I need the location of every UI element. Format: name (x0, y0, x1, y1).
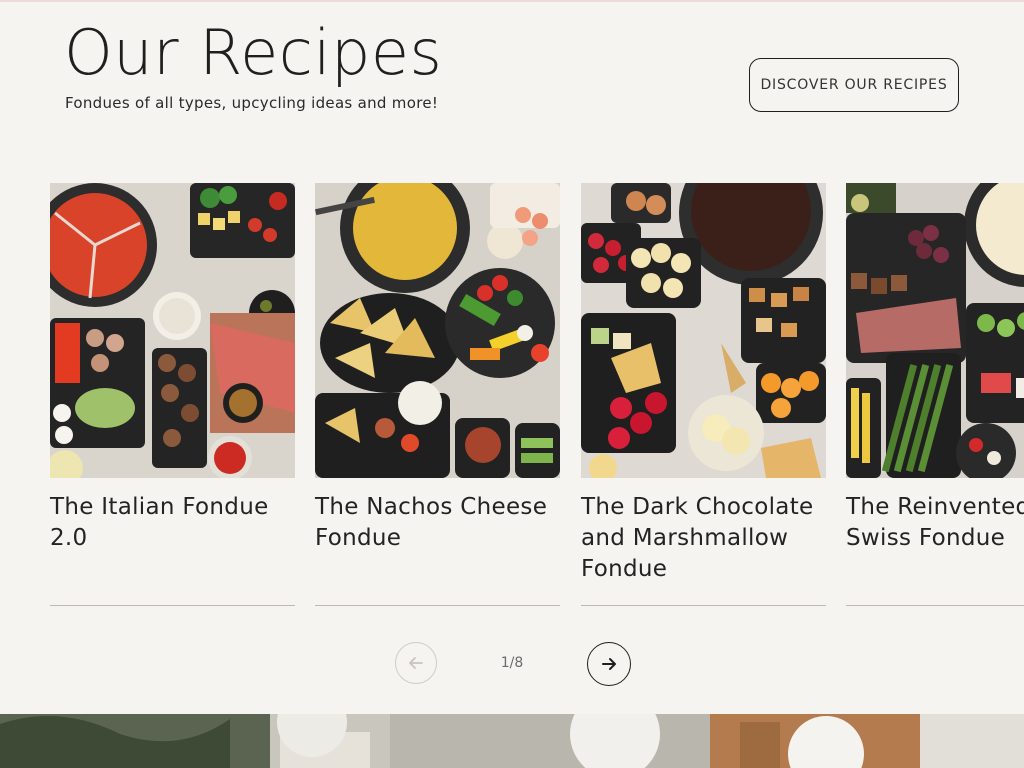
card-divider (581, 605, 826, 606)
card-divider (315, 605, 560, 606)
card-divider (846, 605, 1024, 606)
recipe-title[interactable]: The Italian Fondue 2.0 (50, 492, 295, 592)
recipe-title[interactable]: The Nachos Cheese Fondue (315, 492, 560, 592)
arrow-left-icon (409, 657, 423, 669)
recipe-image-reinvented-swiss-fondue[interactable] (846, 183, 1024, 478)
recipe-image-dark-chocolate-fondue[interactable] (581, 183, 826, 478)
recipe-image-nachos-cheese-fondue[interactable] (315, 183, 560, 478)
next-section-image (0, 714, 1024, 768)
recipe-card[interactable]: The Nachos Cheese Fondue (315, 183, 560, 606)
recipe-card[interactable]: The Dark Chocolate and Marshmallow Fondu… (581, 183, 826, 606)
carousel-next-button[interactable] (587, 642, 631, 686)
carousel-prev-button[interactable] (395, 642, 437, 684)
recipe-title[interactable]: The Reinvented and Swiss Fondue (846, 492, 1024, 592)
card-divider (50, 605, 295, 606)
carousel-page-counter: 1/8 (500, 655, 524, 671)
recipe-carousel: The Italian Fondue 2.0 The Nachos Cheese… (0, 0, 1024, 640)
recipe-image-italian-fondue[interactable] (50, 183, 295, 478)
arrow-right-icon (602, 658, 616, 670)
recipe-card[interactable]: The Italian Fondue 2.0 (50, 183, 295, 606)
recipe-title[interactable]: The Dark Chocolate and Marshmallow Fondu… (581, 492, 826, 592)
recipe-card[interactable]: The Reinvented and Swiss Fondue (846, 183, 1024, 606)
